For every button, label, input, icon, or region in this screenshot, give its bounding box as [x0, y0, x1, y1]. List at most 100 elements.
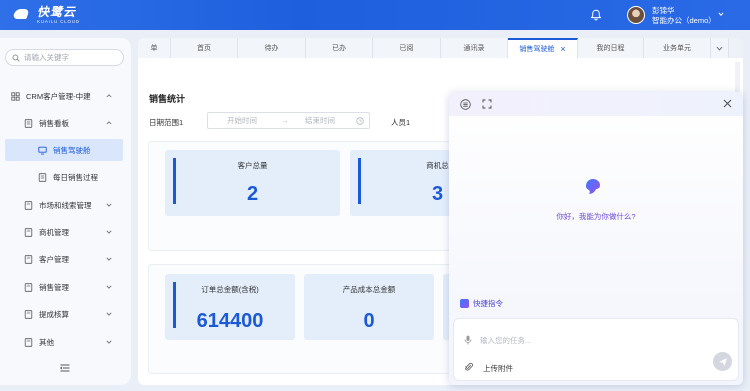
chevron-down-icon[interactable]	[718, 11, 724, 17]
quick-commands-button[interactable]: 快捷指令	[460, 298, 503, 309]
assistant-greeting: 你好，我能为你做什么?	[556, 212, 636, 221]
sidebar-item-label: 其他	[39, 337, 54, 347]
tab-label: 业务单元	[663, 45, 691, 52]
assistant-task-input[interactable]	[480, 333, 680, 347]
stat-label: 订单总金额(含税)	[201, 285, 259, 294]
paperclip-icon[interactable]	[465, 362, 473, 372]
tab-label: 已阅	[399, 45, 414, 52]
chevron-down-icon	[716, 46, 723, 51]
chevron-up-icon	[106, 121, 112, 125]
folder-icon	[24, 337, 33, 347]
sidebar-item-sales-cockpit[interactable]: 销售驾驶舱	[5, 139, 123, 161]
tab-business-unit[interactable]: 业务单元	[644, 38, 711, 58]
sidebar-item-sales-board[interactable]: 销售看板	[24, 112, 124, 134]
grid-icon	[11, 91, 20, 101]
search-icon	[12, 53, 20, 62]
arrow-right-icon: →	[281, 116, 289, 125]
tab-label: 我的日程	[596, 45, 625, 52]
assistant-panel: 你好，我能为你做什么? 快捷指令 上传附件	[449, 92, 743, 385]
chevron-down-icon	[106, 203, 112, 207]
tab-my-schedule[interactable]: 我的日程	[578, 38, 644, 58]
quick-command-icon	[460, 299, 469, 308]
expand-icon[interactable]	[482, 99, 492, 109]
date-range-picker[interactable]: 开始时间 → 结束时间	[207, 112, 370, 129]
sidebar-item-label: 每日销售过程	[53, 172, 98, 182]
close-icon[interactable]	[723, 99, 732, 108]
logo-icon	[12, 7, 32, 23]
sidebar-item-label: 提成核算	[39, 309, 69, 319]
chevron-down-icon	[106, 340, 112, 344]
document-icon	[38, 172, 47, 182]
tab-label: 已办	[332, 45, 346, 52]
chevron-down-icon	[106, 285, 112, 289]
clock-icon	[356, 117, 364, 125]
assistant-logo-icon	[586, 179, 600, 194]
menu-icon[interactable]	[460, 99, 471, 110]
stat-card-product-cost: 产品成本总金额 0	[304, 274, 434, 340]
tab-home[interactable]: 首页	[171, 38, 238, 58]
date-start-placeholder[interactable]: 开始时间	[227, 115, 257, 126]
avatar[interactable]	[627, 6, 645, 24]
folder-icon	[24, 282, 33, 292]
tab-sales-cockpit[interactable]: 销售驾驶舱 ×	[508, 38, 578, 58]
chevron-down-icon	[106, 230, 112, 234]
stat-value: 614400	[196, 310, 264, 332]
folder-icon	[24, 254, 33, 264]
tab-label: 通讯录	[463, 45, 485, 52]
stat-card-customers: 客户总量 2	[165, 150, 340, 216]
top-bar: 快鹭云 KUAILU CLOUD 彭锦华 智能办公（demo）	[0, 0, 750, 30]
bell-icon[interactable]	[590, 9, 602, 21]
search-input[interactable]	[24, 53, 119, 62]
chevron-up-icon	[106, 94, 112, 98]
sidebar-item-marketing[interactable]: 市场和线索管理	[24, 194, 124, 216]
date-end-placeholder[interactable]: 结束时间	[305, 115, 335, 126]
collapse-sidebar-icon[interactable]	[60, 364, 70, 372]
tab-contacts[interactable]: 通讯录	[441, 38, 508, 58]
sidebar-item-daily-sales[interactable]: 每日销售过程	[38, 166, 124, 188]
sidebar-item-label: 市场和线索管理	[39, 200, 92, 210]
person-filter-label: 人员1	[391, 118, 411, 127]
stat-label: 客户总量	[237, 161, 268, 170]
assistant-header	[449, 92, 743, 116]
sidebar: CRM客户管理-中建 销售看板 销售驾驶舱 每日销售过程	[0, 38, 131, 385]
close-icon[interactable]: ×	[560, 44, 565, 54]
tab-done[interactable]: 已办	[306, 38, 373, 58]
sidebar-item-opportunity[interactable]: 商机管理	[24, 221, 124, 243]
tab-label: 首页	[197, 45, 211, 52]
stat-card-order-total: 订单总金额(含税) 614400	[165, 274, 295, 340]
document-icon	[24, 118, 33, 128]
send-button[interactable]	[713, 352, 732, 371]
sidebar-item-crm[interactable]: CRM客户管理-中建	[11, 85, 123, 107]
sidebar-item-other[interactable]: 其他	[24, 331, 124, 353]
tab-truncated[interactable]: 单	[138, 38, 171, 58]
assistant-input-box: 上传附件	[453, 318, 739, 381]
sidebar-item-label: 商机管理	[39, 227, 69, 237]
microphone-icon[interactable]	[464, 335, 472, 345]
tab-more-button[interactable]	[711, 38, 729, 58]
user-name[interactable]: 彭锦华	[652, 6, 675, 15]
tab-label: 待办	[264, 45, 279, 52]
tab-read[interactable]: 已阅	[373, 38, 441, 58]
sidebar-item-label: 销售看板	[39, 118, 69, 128]
stat-label: 产品成本总金额	[342, 285, 396, 294]
page-title: 销售统计	[149, 94, 186, 104]
sidebar-search[interactable]	[5, 49, 124, 66]
app-subtitle: KUAILU CLOUD	[37, 18, 80, 24]
app-logo[interactable]: 快鹭云 KUAILU CLOUD	[12, 6, 80, 25]
tab-label: 销售驾驶舱	[519, 46, 555, 53]
sidebar-item-sales[interactable]: 销售管理	[24, 276, 124, 298]
sidebar-item-commission[interactable]: 提成核算	[24, 303, 124, 325]
quick-commands-label: 快捷指令	[473, 299, 503, 308]
folder-icon	[24, 227, 33, 237]
upload-attachment-button[interactable]: 上传附件	[483, 363, 513, 374]
date-range-label: 日期范围1	[149, 118, 184, 127]
tab-todo[interactable]: 待办	[238, 38, 306, 58]
sidebar-item-customer[interactable]: 客户管理	[24, 248, 124, 270]
stat-value: 2	[246, 183, 259, 205]
monitor-icon	[38, 146, 47, 154]
tab-label: 单	[150, 45, 158, 52]
sidebar-item-label: 销售驾驶舱	[53, 145, 91, 155]
chevron-down-icon	[106, 312, 112, 316]
user-org[interactable]: 智能办公（demo）	[652, 16, 716, 25]
folder-icon	[24, 200, 33, 210]
